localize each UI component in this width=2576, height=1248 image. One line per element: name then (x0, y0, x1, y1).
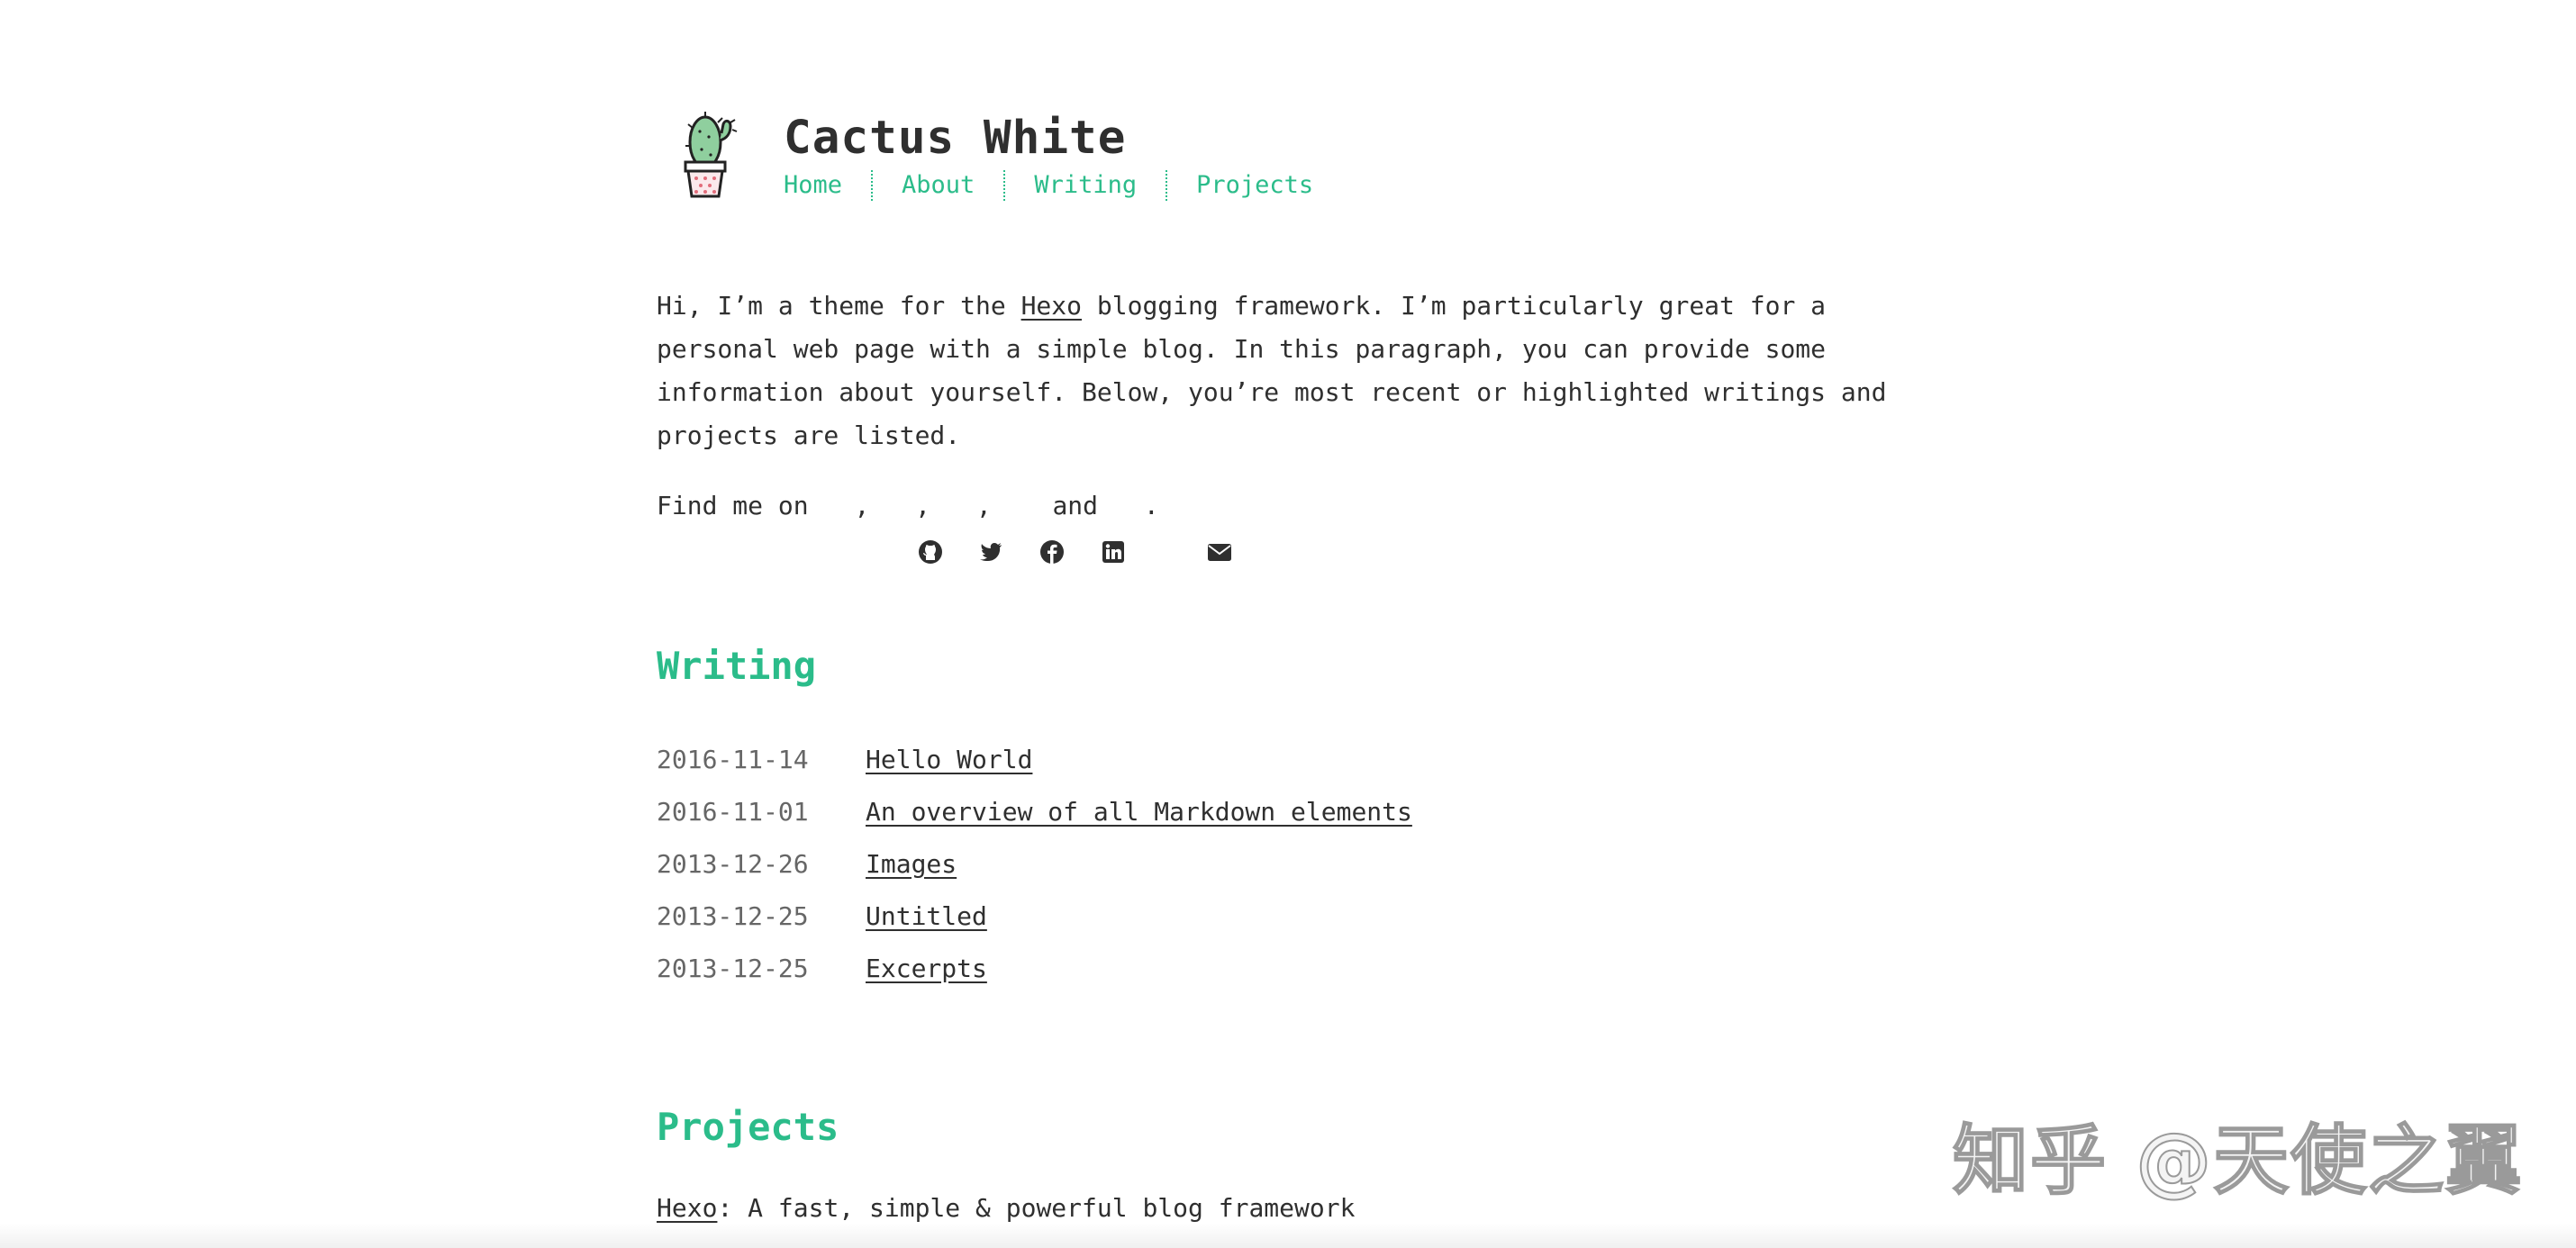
social-sep: , (975, 491, 1007, 520)
social-links: Find me on , , , and . (657, 484, 1232, 564)
nav-projects[interactable]: Projects (1167, 170, 1342, 201)
nav-about[interactable]: About (873, 170, 1006, 201)
post-date: 2013-12-25 (657, 900, 809, 931)
post-link[interactable]: Hello World (866, 745, 1032, 774)
post-link[interactable]: Excerpts (866, 954, 987, 983)
post-link[interactable]: Untitled (866, 901, 987, 931)
intro-text-start: Hi, I’m a theme for the (657, 291, 1021, 321)
project-link[interactable]: Hexo (657, 1193, 717, 1223)
watermark: 知乎 @天使之翼 (1952, 1116, 2524, 1206)
intro-paragraph: Hi, I’m a theme for the Hexo blogging fr… (657, 285, 1936, 457)
cactus-logo-icon[interactable] (675, 106, 739, 200)
post-item: 2016-11-14 Hello World (657, 733, 1412, 785)
github-icon[interactable] (825, 493, 942, 564)
social-sep: , (854, 491, 885, 520)
twitter-icon[interactable] (886, 493, 1002, 561)
post-link[interactable]: Images (866, 849, 957, 879)
post-item: 2013-12-25 Untitled (657, 890, 1412, 942)
social-prefix: Find me on (657, 491, 824, 520)
nav-home[interactable]: Home (784, 170, 874, 201)
envelope-icon[interactable] (1115, 493, 1232, 561)
post-item: 2013-12-26 Images (657, 837, 1412, 890)
post-date: 2013-12-26 (657, 848, 809, 879)
projects-heading: Projects (657, 1105, 839, 1149)
post-item: 2016-11-01 An overview of all Markdown e… (657, 785, 1412, 837)
site-header: Cactus White Home About Writing Projects (657, 106, 1936, 205)
post-list: 2016-11-14 Hello World 2016-11-01 An ove… (657, 733, 1412, 994)
social-suffix: . (1143, 491, 1159, 520)
post-link[interactable]: An overview of all Markdown elements (866, 797, 1412, 827)
project-description: : A fast, simple & powerful blog framewo… (717, 1193, 1356, 1223)
bottom-shadow (0, 1223, 2576, 1248)
facebook-icon[interactable] (948, 493, 1065, 564)
main-nav: Home About Writing Projects (784, 167, 1342, 203)
post-date: 2016-11-14 (657, 744, 809, 774)
social-and: and (1037, 491, 1113, 520)
post-item: 2013-12-25 Excerpts (657, 942, 1412, 994)
writing-heading: Writing (657, 644, 817, 688)
nav-writing[interactable]: Writing (1005, 170, 1168, 201)
post-date: 2013-12-25 (657, 953, 809, 983)
linkedin-icon[interactable] (1009, 493, 1124, 563)
social-sep: , (915, 491, 946, 520)
post-date: 2016-11-01 (657, 796, 809, 827)
hexo-link[interactable]: Hexo (1021, 291, 1082, 321)
site-title: Cactus White (784, 112, 1127, 165)
